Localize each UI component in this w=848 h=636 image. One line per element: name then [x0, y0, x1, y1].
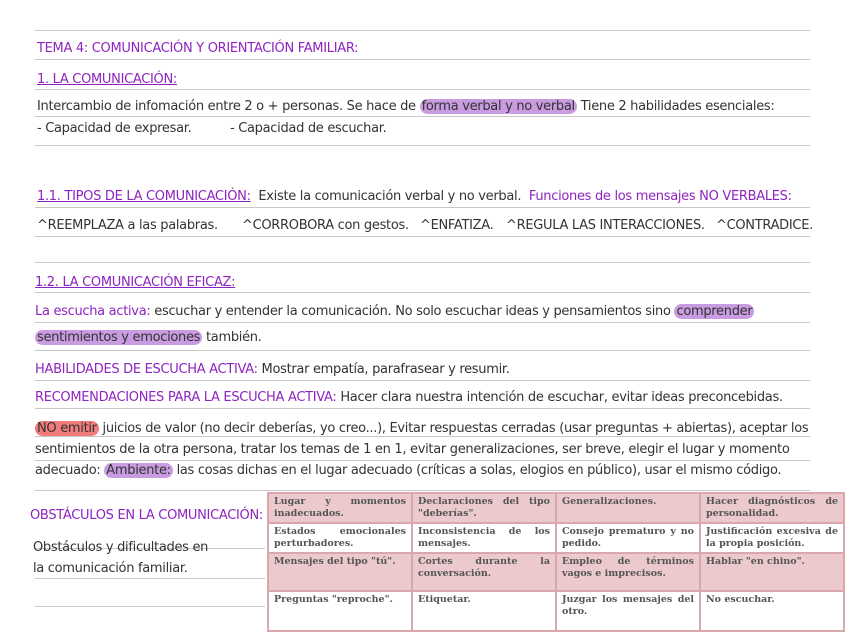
rule — [35, 322, 810, 323]
paragraph: NO emitir juicios de valor (no decir deb… — [35, 421, 809, 436]
rule — [35, 89, 810, 90]
text: también. — [202, 330, 262, 345]
table-row: Preguntas "reproche". Etiquetar. Juzgar lo… — [267, 590, 845, 632]
rule — [35, 606, 265, 607]
rule — [35, 408, 810, 409]
list-item: ^ENFATIZA. — [420, 218, 494, 233]
highlight: NO emitir — [35, 421, 99, 436]
table-cell: Cortes durante la conversación. — [411, 552, 557, 592]
paragraph: 1.1. TIPOS DE LA COMUNICACIÓN: Existe la… — [37, 189, 792, 204]
rule — [35, 292, 810, 293]
text: Tiene 2 habilidades esenciales: — [576, 99, 775, 114]
highlight: forma verbal y no verbal — [419, 99, 577, 114]
paragraph: RECOMENDACIONES PARA LA ESCUCHA ACTIVA: … — [35, 390, 783, 405]
text: las cosas dichas en el lugar adecuado (c… — [172, 463, 782, 478]
label: La escucha activa: — [35, 304, 151, 319]
label: HABILIDADES DE ESCUCHA ACTIVA: — [35, 362, 258, 377]
list-item: - Capacidad de escuchar. — [230, 121, 387, 136]
text: Hacer clara nuestra intención de escucha… — [336, 390, 783, 405]
rule — [35, 380, 810, 381]
rule — [35, 207, 810, 208]
paragraph: HABILIDADES DE ESCUCHA ACTIVA: Mostrar e… — [35, 362, 510, 377]
table-cell: Preguntas "reproche". — [267, 590, 413, 632]
table-cell: Inconsistencia de los mensajes. — [411, 522, 557, 554]
rule — [35, 116, 810, 117]
table-cell: Juzgar los mensajes del otro. — [555, 590, 701, 632]
paragraph: sentimientos y emociones también. — [35, 330, 262, 345]
rule — [35, 490, 810, 491]
table-cell: No escuchar. — [699, 590, 845, 632]
section-heading: 1.2. LA COMUNICACIÓN EFICAZ: — [35, 275, 236, 290]
rule — [35, 145, 810, 146]
table-cell: Consejo prematuro y no pedido. — [555, 522, 701, 554]
highlight: comprender — [674, 304, 755, 319]
text: Intercambio de infomación entre 2 o + pe… — [37, 99, 420, 114]
rule — [35, 350, 810, 351]
rule — [35, 59, 810, 60]
table-row: Estados emocionales perturbadores. Incons… — [267, 522, 845, 554]
paragraph: adecuado: Ambiente: las cosas dichas en … — [35, 463, 782, 478]
subheading: Funciones de los mensajes NO VERBALES: — [528, 189, 792, 204]
obstacles-table: Lugar y momentos inadecuados. Declaracion… — [267, 492, 845, 632]
list-item: ^CORROBORA con gestos. — [242, 218, 409, 233]
text: juicios de valor (no decir deberías, yo … — [98, 421, 809, 436]
text: adecuado: — [35, 463, 105, 478]
table-cell: Justificación excesiva de la propia posi… — [699, 522, 845, 554]
table-cell: Mensajes del tipo "tú". — [267, 552, 413, 592]
rule — [35, 460, 810, 461]
paragraph: La escucha activa: escuchar y entender l… — [35, 304, 755, 319]
section-heading: OBSTÁCULOS EN LA COMUNICACIÓN: — [30, 508, 263, 523]
page-title: TEMA 4: COMUNICACIÓN Y ORIENTACIÓN FAMIL… — [37, 41, 359, 56]
rule — [35, 236, 810, 237]
table-cell: Hablar "en chino". — [699, 552, 845, 592]
list-item: - Capacidad de expresar. — [37, 121, 192, 136]
text: Mostrar empatía, parafrasear y resumir. — [257, 362, 510, 377]
table-cell: Declaraciones del tipo "deberías". — [411, 492, 557, 524]
rule — [35, 262, 810, 263]
section-heading: 1.1. TIPOS DE LA COMUNICACIÓN: — [37, 189, 251, 204]
section-heading: 1. LA COMUNICACIÓN: — [37, 72, 177, 87]
label: RECOMENDACIONES PARA LA ESCUCHA ACTIVA: — [35, 390, 337, 405]
rule — [35, 578, 265, 579]
table-cell: Estados emocionales perturbadores. — [267, 522, 413, 554]
table-cell: Hacer diagnósticos de personalidad. — [699, 492, 845, 524]
paragraph: sentimientos de la otra persona, tratar … — [35, 442, 790, 457]
highlight: sentimientos y emociones — [35, 330, 203, 345]
table-row: Lugar y momentos inadecuados. Declaracion… — [267, 492, 845, 524]
list-item: ^CONTRADICE. — [716, 218, 813, 233]
table-cell: Generalizaciones. — [555, 492, 701, 524]
text: escuchar y entender la comunicación. No … — [150, 304, 675, 319]
table-row: Mensajes del tipo "tú". Cortes durante la… — [267, 552, 845, 592]
table-cell: Etiquetar. — [411, 590, 557, 632]
rule — [35, 436, 810, 437]
list-item: ^REGULA LAS INTERACCIONES. — [506, 218, 705, 233]
table-cell: Empleo de términos vagos e imprecisos. — [555, 552, 701, 592]
table-cell: Lugar y momentos inadecuados. — [267, 492, 413, 524]
list-item: ^REEMPLAZA a las palabras. — [37, 218, 218, 233]
paragraph: Intercambio de infomación entre 2 o + pe… — [37, 99, 775, 114]
text: la comunicación familiar. — [33, 561, 188, 576]
rule — [35, 30, 810, 31]
text: Existe la comunicación verbal y no verba… — [258, 189, 522, 204]
text: Obstáculos y dificultades en — [33, 540, 209, 555]
highlight: Ambiente: — [104, 463, 173, 478]
